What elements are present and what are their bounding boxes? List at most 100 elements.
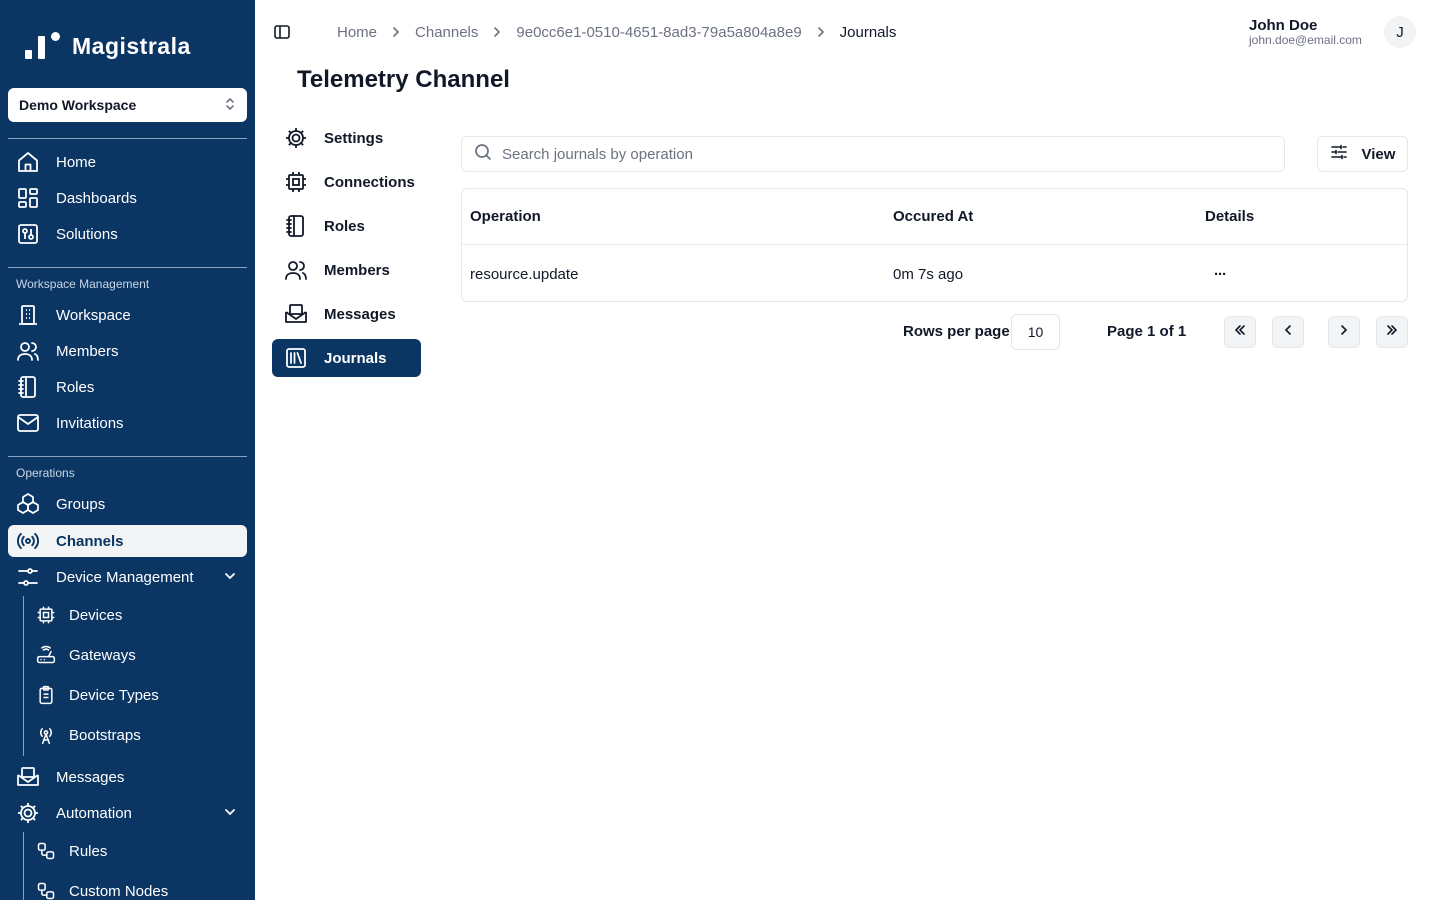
sidebar-subitem-label: Rules [69,842,108,860]
sidebar-divider [8,138,247,139]
sliders-icon [8,565,48,589]
column-header-details: Details [1205,208,1255,225]
chevron-right-icon [492,26,502,38]
sidebar-item-solutions[interactable]: Solutions [8,218,247,250]
channel-tab-roles[interactable]: Roles [272,207,421,245]
sidebar-item-members[interactable]: Members [8,335,247,367]
last-page-button[interactable] [1376,316,1408,348]
table-row[interactable]: resource.update 0m 7s ago ··· [462,246,1407,301]
sidebar: Magistrala Demo Workspace Home Dashboard… [0,0,255,900]
channel-tab-journals[interactable]: Journals [272,339,421,377]
channel-tab-label: Roles [324,217,365,235]
sidebar-divider [8,267,247,268]
sidebar-item-label: Roles [56,378,95,396]
sidebar-item-label: Workspace [56,306,131,324]
sidebar-item-invitations[interactable]: Invitations [8,407,247,439]
notebook-icon [8,375,48,399]
mail-open-icon [272,302,320,326]
column-header-operation[interactable]: Operation [470,208,541,225]
user-email: john.doe@email.com [1249,33,1362,47]
sidebar-item-label: Invitations [56,414,124,432]
sidebar-item-automation[interactable]: Automation [8,797,247,829]
chevron-right-icon [1337,323,1351,342]
chevrons-up-down-icon [224,96,236,115]
sidebar-subitem-label: Custom Nodes [69,882,169,900]
brand-logo[interactable]: Magistrala [24,30,191,62]
next-page-button[interactable] [1328,316,1360,348]
search-icon [474,143,492,165]
avatar[interactable]: J [1384,16,1416,48]
mail-icon [8,411,48,435]
breadcrumb: Home Channels 9e0cc6e1-0510-4651-8ad3-79… [337,22,896,42]
channel-tab-label: Connections [324,173,415,191]
breadcrumb-channels[interactable]: Channels [415,24,478,41]
sidebar-toggle-icon[interactable] [272,22,292,42]
sidebar-item-channels[interactable]: Channels [8,525,247,557]
workflow-icon [32,841,60,861]
chevron-down-icon[interactable] [223,569,237,587]
chevron-down-icon[interactable] [223,805,237,823]
cell-operation: resource.update [470,265,579,283]
sidebar-subitem-bootstraps[interactable]: Bootstraps [32,720,247,750]
chevron-right-icon [391,26,401,38]
first-page-button[interactable] [1224,316,1256,348]
workflow-icon [32,881,60,900]
breadcrumb-channel-id[interactable]: 9e0cc6e1-0510-4651-8ad3-79a5a804a8e9 [516,24,801,41]
brand-name: Magistrala [72,32,191,59]
cpu-icon [272,170,320,194]
sidebar-subitem-devices[interactable]: Devices [32,600,247,630]
sidebar-item-home[interactable]: Home [8,146,247,178]
sidebar-divider [8,456,247,457]
broadcast-icon [8,529,48,553]
column-header-occurred-at[interactable]: Occured At [893,208,973,225]
breadcrumb-home[interactable]: Home [337,24,377,41]
chevrons-right-icon [1385,323,1399,342]
sidebar-subitem-custom-nodes[interactable]: Custom Nodes [32,876,247,900]
workspace-select[interactable]: Demo Workspace [8,88,247,122]
submenu-line [23,832,24,900]
library-icon [272,346,320,370]
magistrala-logo-icon [24,30,62,62]
sidebar-subitem-device-types[interactable]: Device Types [32,680,247,710]
sidebar-subitem-gateways[interactable]: Gateways [32,640,247,670]
sidebar-item-groups[interactable]: Groups [8,488,247,520]
sidebar-subitem-label: Bootstraps [69,726,141,744]
channel-tab-messages[interactable]: Messages [272,295,421,333]
channel-tab-settings[interactable]: Settings [272,119,421,157]
sidebar-subitem-label: Device Types [69,686,159,704]
sidebar-subitem-rules[interactable]: Rules [32,836,247,866]
sidebar-item-label: Channels [56,532,124,550]
solutions-icon [8,222,48,246]
search-input[interactable] [502,145,1262,163]
journals-table: Operation Occured At Details resource.up… [461,188,1408,302]
home-icon [8,150,48,174]
channel-tab-members[interactable]: Members [272,251,421,289]
sidebar-item-label: Dashboards [56,189,137,207]
sidebar-item-dashboards[interactable]: Dashboards [8,182,247,214]
channel-tab-label: Messages [324,305,396,323]
sidebar-item-messages[interactable]: Messages [8,761,247,793]
sidebar-item-label: Messages [56,768,125,786]
channel-tab-connections[interactable]: Connections [272,163,421,201]
gear-icon [272,126,320,150]
chevron-right-icon [816,26,826,38]
view-button[interactable]: View [1317,136,1408,172]
page-info: Page 1 of 1 [1107,323,1187,340]
sidebar-item-label: Solutions [56,225,118,243]
previous-page-button[interactable] [1272,316,1304,348]
sidebar-item-roles[interactable]: Roles [8,371,247,403]
chevrons-left-icon [1233,323,1247,342]
router-icon [32,645,60,665]
rows-per-page-select[interactable]: 10 [1011,314,1060,350]
sidebar-item-label: Members [56,342,119,360]
search-box [461,136,1285,172]
workspace-select-value: Demo Workspace [19,97,137,113]
user-info[interactable]: John Doe john.doe@email.com [1249,17,1368,47]
settings-sliders-icon [1330,143,1348,165]
table-header: Operation Occured At Details [462,189,1407,245]
row-actions-menu[interactable]: ··· [1214,266,1227,283]
sidebar-item-device-management[interactable]: Device Management [8,561,247,593]
sidebar-item-workspace[interactable]: Workspace [8,299,247,331]
users-icon [272,258,320,282]
notebook-icon [272,214,320,238]
